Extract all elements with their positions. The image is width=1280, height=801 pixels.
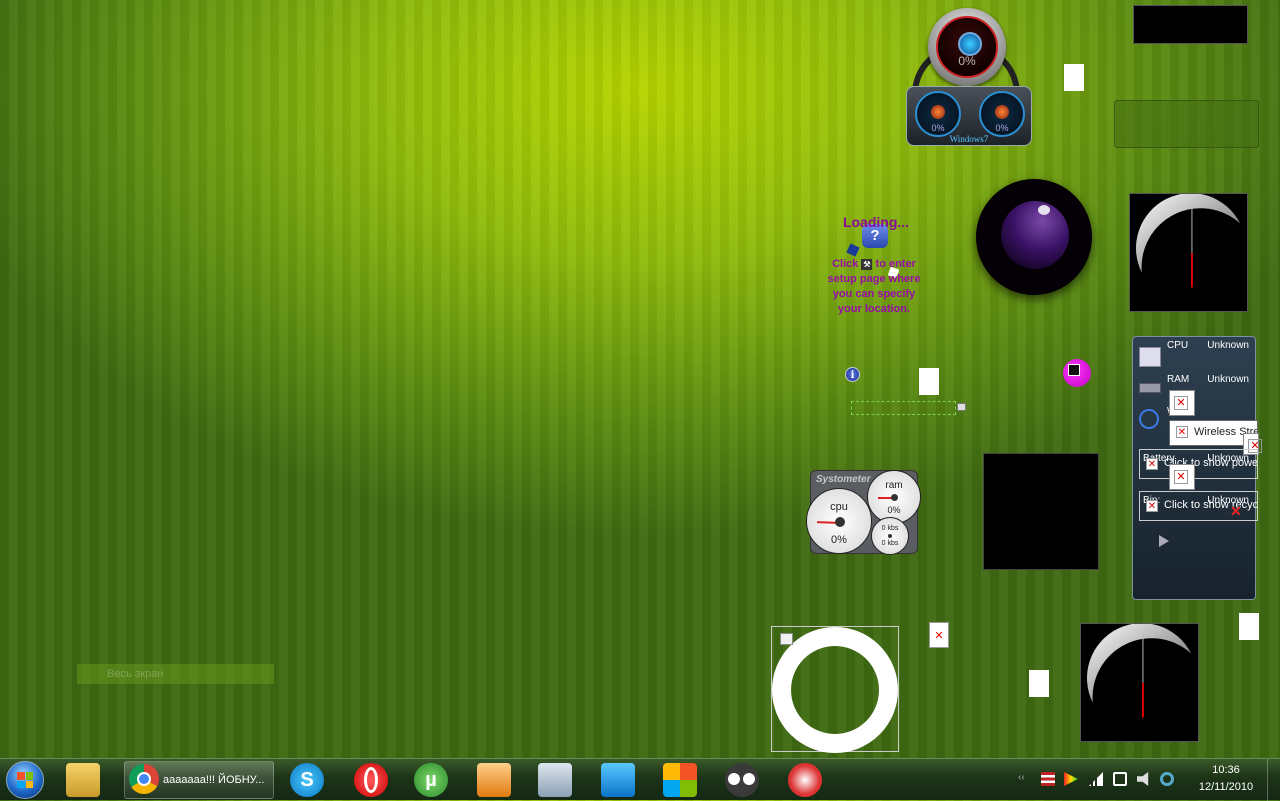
network-signal-icon[interactable] — [1089, 772, 1103, 786]
cpu-gauge-label: cpu — [830, 501, 848, 513]
cpu-value: Unknown — [1207, 340, 1249, 351]
blank-gadget-3[interactable] — [1029, 670, 1049, 697]
weather-setup-message[interactable]: Click ⚒ to enter setup page where you ca… — [822, 257, 926, 317]
broken-image-icon — [1169, 390, 1195, 416]
taskbar-clock[interactable]: 10:36 12/11/2010 — [1186, 762, 1266, 796]
downloader-icon[interactable] — [601, 763, 635, 797]
weather-msg-part1: Click — [832, 258, 859, 270]
net-gauge: 0 kbs 0 kbs — [871, 517, 909, 555]
systometer-gadget[interactable]: Systometer cpu 0% ram 0% 0 kbs 0 kbs — [806, 470, 921, 555]
windows-update-icon[interactable] — [663, 763, 697, 797]
core2-gauge: 0% — [979, 91, 1025, 137]
cpu-label: CPU — [1167, 340, 1189, 351]
cpu-meter-base: 0% 0% Windows7 — [906, 86, 1032, 146]
tray-chevron-icon[interactable]: ‹‹ — [1018, 772, 1025, 786]
cpu-gauge: cpu 0% — [806, 488, 872, 554]
core2-icon — [995, 105, 1009, 119]
blank-gadget[interactable] — [1064, 64, 1084, 91]
skype-icon[interactable]: S — [290, 763, 324, 797]
cpu-dial: 0% — [936, 16, 998, 78]
cpu-meter-gadget[interactable]: 0% — [928, 8, 1006, 86]
empty-bin-icon[interactable]: ✕ — [1230, 503, 1242, 520]
ram-gauge-value: 0% — [887, 505, 901, 515]
control-panel-icon[interactable] — [538, 763, 572, 797]
thumbnail-icon — [780, 633, 793, 645]
info-icon[interactable]: i — [845, 367, 860, 382]
ram-value: Unknown — [1207, 374, 1249, 385]
taskbar-window-title: ааааааа!!! ЙОБНУ... — [163, 774, 265, 786]
cpu-knob-icon — [958, 32, 982, 56]
systometer-title: Systometer — [816, 474, 871, 485]
cpu-percent: 0% — [958, 54, 976, 68]
ring-shape — [772, 627, 898, 753]
explorer-icon[interactable] — [66, 763, 100, 797]
ram-stick-icon — [1139, 383, 1161, 393]
net-up-value: 0 kbs — [881, 525, 899, 532]
wifi-icon — [1139, 409, 1159, 429]
core1-gauge: 0% — [915, 91, 961, 137]
cpu-gauge-value: 0% — [831, 534, 847, 546]
language-flag-icon[interactable] — [1041, 772, 1055, 786]
chrome-icon — [129, 764, 159, 794]
ram-label: RAM — [1167, 374, 1190, 385]
windows-logo-icon — [17, 772, 33, 788]
blank-gadget-4[interactable] — [1239, 613, 1259, 640]
moon-clock-gadget-2[interactable] — [1080, 623, 1199, 742]
opera-icon[interactable] — [354, 763, 388, 797]
moon-crescent-icon-2 — [1087, 624, 1192, 718]
play-icon[interactable] — [1159, 535, 1169, 547]
moon-crescent-icon — [1136, 194, 1241, 288]
core2-percent: 0% — [995, 123, 1009, 133]
tray-app-icon[interactable] — [1160, 772, 1174, 786]
net-down-value: 0 kbs — [881, 540, 899, 547]
clock-time: 10:36 — [1212, 764, 1240, 776]
ram-gauge-label: ram — [885, 480, 903, 491]
magenta-gadget[interactable] — [1063, 359, 1091, 387]
media-player-icon[interactable] — [477, 763, 511, 797]
broken-image-icon: ✕ — [1146, 500, 1158, 512]
cpu-chip-icon — [1139, 347, 1161, 367]
broken-image-icon[interactable]: ✕ — [929, 622, 949, 648]
eyes-app-icon[interactable] — [725, 763, 759, 797]
fullscreen-label[interactable]: Весь экран — [77, 664, 274, 684]
broken-image-icon — [1169, 464, 1195, 490]
windows7-brand: Windows7 — [949, 134, 989, 144]
ram-gauge-hub — [891, 494, 898, 501]
weather-shard-icon — [846, 243, 860, 257]
wrench-icon: ⚒ — [861, 258, 873, 270]
net-gauge-hub — [888, 534, 892, 538]
utorrent-icon[interactable]: µ — [414, 763, 448, 797]
show-desktop-button[interactable] — [1267, 759, 1280, 801]
clock-date: 12/11/2010 — [1198, 781, 1254, 793]
broken-image-icon: ✕ — [1176, 426, 1188, 438]
core1-percent: 0% — [931, 123, 945, 133]
battery-icon[interactable] — [1113, 772, 1127, 786]
cpu-gauge-hub — [835, 517, 845, 527]
broken-image-icon: ✕ — [1146, 458, 1158, 470]
battery-power-link[interactable]: ✕ Click to show powe — [1139, 449, 1258, 479]
black-square-gadget[interactable] — [983, 453, 1099, 570]
snipping-tool-icon[interactable] — [788, 763, 822, 797]
thumbnail-icon[interactable] — [957, 403, 966, 411]
orb-lens — [1001, 201, 1069, 269]
core1-icon — [931, 105, 945, 119]
taskbar-chrome-window[interactable]: ааааааа!!! ЙОБНУ... — [124, 761, 274, 799]
weather-loading-text: Loading... — [842, 214, 910, 230]
moon-clock-gadget[interactable] — [1129, 193, 1248, 312]
ram-gauge: ram 0% — [867, 470, 921, 524]
taskbar: ааааааа!!! ЙОБНУ... S µ ‹‹ 10:36 12/11/2… — [0, 758, 1280, 801]
magenta-inner-square — [1068, 364, 1080, 376]
dotted-selection-box[interactable] — [851, 401, 956, 415]
orb-gadget[interactable] — [976, 179, 1092, 295]
orb-highlight — [1038, 205, 1050, 215]
tray-arrows-icon[interactable] — [1064, 772, 1078, 786]
transparent-gadget-panel[interactable] — [1114, 100, 1259, 148]
black-gadget[interactable] — [1133, 5, 1248, 44]
start-button[interactable] — [6, 761, 44, 799]
ring-gadget[interactable] — [771, 626, 899, 753]
blank-gadget-2[interactable] — [919, 368, 939, 395]
volume-icon[interactable] — [1137, 772, 1149, 786]
